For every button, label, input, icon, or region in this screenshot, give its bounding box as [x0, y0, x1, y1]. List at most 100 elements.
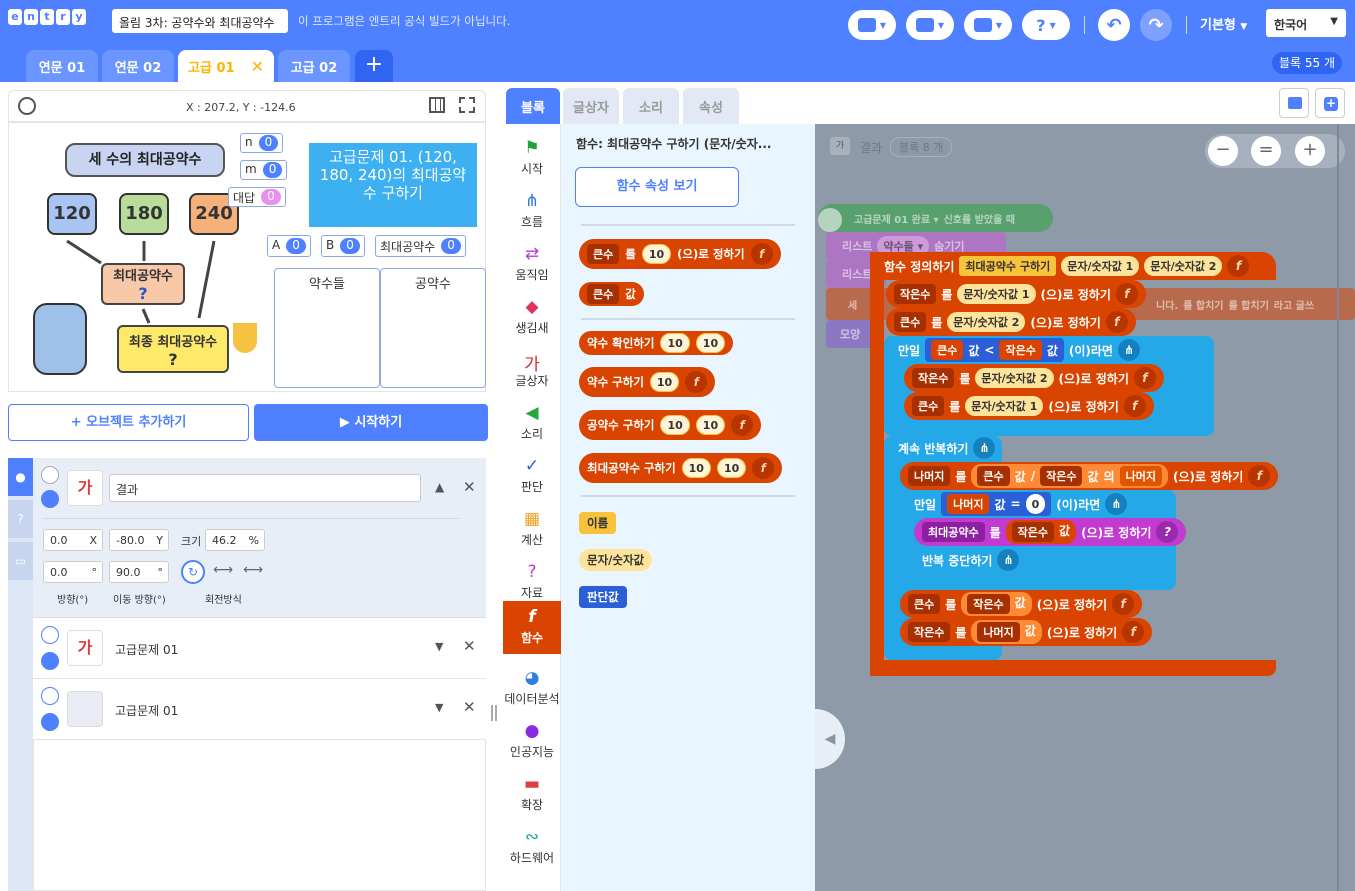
variable-monitor[interactable]: n0	[240, 133, 284, 153]
get-divisors-block[interactable]: 약수 구하기 10 f	[579, 367, 716, 397]
tab-blocks[interactable]: 블록	[506, 88, 560, 124]
param-slot[interactable]: 문자/숫자값 2	[1144, 256, 1223, 276]
get-common-divisors-block[interactable]: 공약수 구하기 10 10 f	[579, 410, 762, 440]
value-slot[interactable]: 10	[695, 415, 726, 435]
var-dropdown[interactable]: 큰수	[912, 396, 945, 416]
scene-tab[interactable]: 연문 01	[26, 50, 98, 82]
op-dropdown[interactable]: 나머지	[1119, 466, 1162, 486]
close-icon[interactable]: ✕	[251, 57, 264, 76]
zoom-in-button[interactable]: +	[1295, 136, 1325, 166]
lock-icon[interactable]	[41, 652, 59, 670]
var-dropdown[interactable]: 작은수	[908, 622, 951, 642]
calc-block[interactable]: 큰수 값 / 작은수 값 의 나머지	[971, 464, 1168, 488]
y-input[interactable]: -80.0 Y	[109, 529, 169, 551]
expand-icon[interactable]: ▼	[435, 640, 443, 653]
category-looks[interactable]: ◆ 생김새	[503, 291, 561, 344]
object-item[interactable]: 가 고급문제 01 ▼ ✕	[33, 618, 486, 679]
menu-button[interactable]: ▼	[906, 10, 954, 40]
var-dropdown[interactable]: 작은수	[894, 284, 937, 304]
comment-button[interactable]	[1279, 88, 1309, 118]
set-big-block[interactable]: 큰수 를 작은수 값 (으)로 정하기 f	[900, 590, 1143, 618]
lock-icon[interactable]	[41, 713, 59, 731]
lock-icon[interactable]	[41, 490, 59, 508]
undo-button[interactable]: ↶	[1098, 9, 1130, 41]
param-slot[interactable]: 문자/숫자값 1	[965, 396, 1044, 416]
no-rotate-icon[interactable]: ⟷	[243, 562, 263, 578]
workspace-scrollbar[interactable]	[1337, 124, 1339, 891]
var-dropdown[interactable]: 나머지	[947, 494, 990, 514]
zoom-reset-button[interactable]: =	[1251, 136, 1281, 166]
var-dropdown[interactable]: 큰수	[587, 284, 620, 304]
get-gcd-block[interactable]: 최대공약수 구하기 10 10 f	[579, 453, 783, 483]
menu-button[interactable]: ▼	[848, 10, 896, 40]
value-slot[interactable]: 10	[641, 244, 672, 264]
get-small-block[interactable]: 작은수 값	[1005, 520, 1077, 544]
get-variable-block[interactable]: 큰수 값	[579, 282, 644, 306]
category-motion[interactable]: ⇄ 움직임	[503, 238, 561, 291]
object-item[interactable]: 고급문제 01 ▼ ✕	[33, 679, 486, 740]
fullscreen-icon[interactable]	[459, 97, 475, 113]
value-slot[interactable]: 10	[649, 372, 680, 392]
compare-block[interactable]: 나머지 값 = 0	[941, 492, 1052, 516]
category-hardware[interactable]: ∾ 하드웨어	[503, 821, 561, 874]
grid-icon[interactable]	[429, 97, 445, 113]
signal-dropdown[interactable]: 고급문제 01 완료 ▾	[854, 211, 939, 226]
var-dropdown[interactable]: 나머지	[977, 622, 1020, 642]
param-slot[interactable]: 문자/숫자값 1	[1061, 256, 1140, 276]
category-ai[interactable]: ● 인공지능	[503, 715, 561, 768]
var-dropdown[interactable]: 나머지	[908, 466, 951, 486]
rotate-free-icon[interactable]: ↻	[181, 560, 205, 584]
value-slot[interactable]: 10	[660, 415, 690, 435]
category-flow[interactable]: ⋔ 흐름	[503, 185, 561, 238]
category-start[interactable]: ⚑ 시작	[503, 132, 561, 185]
var-dropdown[interactable]: 작은수	[967, 594, 1010, 614]
set-remainder-block[interactable]: 나머지 를 큰수 값 / 작은수 값 의 나머지 (으)로 정하기 f	[900, 462, 1279, 490]
start-button[interactable]: ▶ 시작하기	[254, 404, 488, 441]
console-tab-icon[interactable]: ▭	[8, 542, 33, 580]
function-name[interactable]: 최대공약수 구하기	[959, 256, 1057, 276]
scene-tab[interactable]: 연문 02	[102, 50, 174, 82]
value-slot[interactable]: 10	[716, 458, 747, 478]
var-dropdown[interactable]: 큰수	[931, 340, 964, 360]
entry-logo[interactable]: entry	[8, 9, 86, 25]
collapse-icon[interactable]: ▲	[435, 480, 444, 494]
save-button[interactable]: ▼	[964, 10, 1012, 40]
variable-monitor[interactable]: 최대공약수 0	[375, 235, 466, 257]
visibility-icon[interactable]	[41, 687, 59, 705]
function-properties-button[interactable]: 함수 속성 보기	[575, 167, 739, 207]
var-dropdown[interactable]: 큰수	[587, 244, 620, 264]
var-dropdown[interactable]: 작은수	[912, 368, 955, 388]
object-tab-icon[interactable]: ●	[8, 458, 33, 496]
panel-resize-handle[interactable]	[491, 705, 497, 721]
object-name-input[interactable]: 결과	[109, 474, 421, 502]
variable-monitor[interactable]: 대답 0	[228, 187, 286, 207]
category-sound[interactable]: ◀ 소리	[503, 397, 561, 450]
category-data-analysis[interactable]: ◕ 데이터분석	[503, 662, 561, 715]
category-extension[interactable]: ▬ 확장	[503, 768, 561, 821]
set-big-block[interactable]: 큰수 를 문자/숫자값 2 (으)로 정하기 f	[886, 308, 1136, 336]
var-dropdown[interactable]: 최대공약수	[922, 522, 985, 542]
language-select[interactable]: 한국어 ▼	[1266, 9, 1346, 37]
get-small-block[interactable]: 작은수 값	[961, 592, 1032, 616]
variable-monitor[interactable]: B0	[321, 235, 365, 257]
var-dropdown[interactable]: 큰수	[908, 594, 941, 614]
direction-input[interactable]: 0.0 °	[43, 561, 103, 583]
speed-icon[interactable]	[18, 97, 36, 115]
compare-block[interactable]: 큰수 값 < 작은수 값	[925, 338, 1064, 362]
break-loop-block[interactable]: 반복 중단하기 ⋔	[914, 546, 1027, 574]
get-remainder-block[interactable]: 나머지 값	[971, 620, 1042, 644]
delete-icon[interactable]: ✕	[463, 478, 476, 496]
add-object-button[interactable]: + 오브젝트 추가하기	[8, 404, 249, 441]
boolean-param-block[interactable]: 판단값	[579, 586, 627, 608]
param-slot[interactable]: 문자/숫자값 2	[975, 368, 1054, 388]
var-dropdown[interactable]: 큰수	[894, 312, 927, 332]
value-slot[interactable]: 0	[1025, 494, 1046, 514]
value-slot[interactable]: 10	[695, 333, 726, 353]
tab-properties[interactable]: 속성	[683, 88, 739, 124]
variable-monitor[interactable]: A0	[267, 235, 311, 257]
param-slot[interactable]: 문자/숫자값 1	[957, 284, 1036, 304]
redo-button[interactable]: ↷	[1140, 9, 1172, 41]
param-slot[interactable]: 문자/숫자값 2	[947, 312, 1026, 332]
var-dropdown[interactable]: 작은수	[1040, 466, 1083, 486]
name-param-block[interactable]: 이름	[579, 512, 617, 534]
